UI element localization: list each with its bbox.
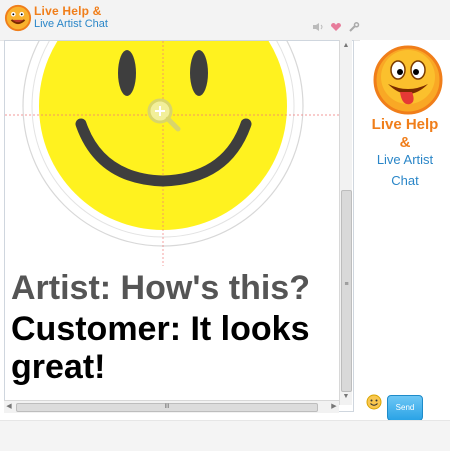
panel-title-line2: & (399, 134, 411, 151)
vertical-scrollbar[interactable]: ▲ ≡ ▼ (339, 40, 352, 405)
customer-message: Customer: It looks great! (11, 310, 310, 386)
scroll-right-arrow-icon[interactable]: ▶ (330, 402, 338, 412)
panel-title-line3: Live Artist (376, 152, 434, 167)
artist-message: Artist: How's this? (11, 269, 310, 307)
wrench-icon[interactable] (348, 22, 360, 32)
brand-title: Live Help & (34, 4, 102, 18)
send-button[interactable]: Send (387, 395, 423, 421)
scroll-grip: ≡ (344, 281, 349, 288)
header-icons (312, 22, 360, 32)
smiley-tongue-logo-icon (373, 45, 443, 115)
speaker-icon[interactable] (312, 22, 324, 32)
horizontal-scrollbar[interactable]: ◀ III ▶ (4, 400, 339, 413)
panel-title-line1: Live Help (371, 116, 439, 133)
emoji-picker-icon[interactable] (366, 394, 382, 410)
vertical-scroll-thumb[interactable]: ≡ (341, 190, 352, 392)
scroll-left-arrow-icon[interactable]: ◀ (5, 402, 13, 412)
horizontal-scroll-thumb[interactable]: III (16, 403, 318, 412)
brand-panel: Live Help & Live Artist Chat (360, 40, 450, 410)
scroll-up-arrow-icon[interactable]: ▲ (342, 42, 350, 50)
scroll-grip: III (164, 404, 170, 410)
app-header: Live Help & Live Artist Chat (0, 0, 450, 41)
footer-area (0, 420, 450, 451)
smiley-logo-icon (4, 4, 32, 32)
chat-transcript[interactable]: Artist: How's this? Customer: It looks g… (4, 40, 354, 412)
brand-subtitle: Live Artist Chat (34, 18, 108, 30)
smiley-drawing-canvas[interactable] (5, 41, 345, 266)
scroll-down-arrow-icon[interactable]: ▼ (342, 393, 350, 401)
heart-icon[interactable] (330, 22, 342, 32)
panel-title-line4: Chat (391, 173, 419, 188)
